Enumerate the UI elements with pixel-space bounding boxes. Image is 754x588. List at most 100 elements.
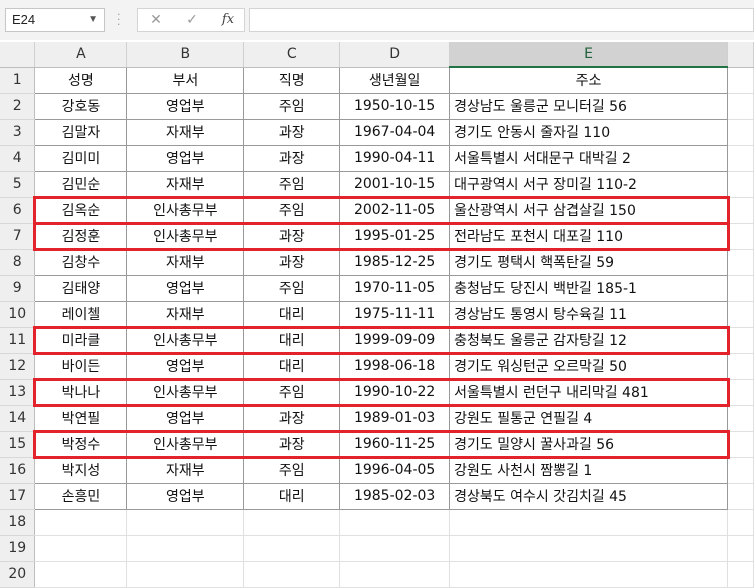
row-header[interactable]: 17	[0, 483, 36, 510]
cell-addr[interactable]: 경기도 평택시 핵폭탄길 59	[449, 249, 728, 276]
cell-name[interactable]: 박정수	[34, 431, 128, 458]
cell-dept[interactable]: 영업부	[126, 483, 245, 510]
empty-cell[interactable]	[34, 561, 128, 588]
empty-cell[interactable]	[449, 509, 728, 536]
cell-title[interactable]: 대리	[243, 483, 341, 510]
cell-birth[interactable]: 2002-11-05	[339, 197, 451, 224]
row-header[interactable]: 15	[0, 431, 36, 458]
empty-cell[interactable]	[727, 483, 754, 510]
cell-addr[interactable]: 충청남도 당진시 백반길 185-1	[449, 275, 728, 302]
empty-cell[interactable]	[126, 535, 245, 562]
cell-birth[interactable]: 1985-12-25	[339, 249, 451, 276]
cell-addr[interactable]: 강원도 사천시 짬뽕길 1	[449, 457, 728, 484]
empty-cell[interactable]	[727, 171, 754, 198]
cell-dept[interactable]: 자재부	[126, 119, 245, 146]
cell-name[interactable]: 미라클	[34, 327, 128, 354]
empty-cell[interactable]	[727, 327, 754, 354]
select-all-corner[interactable]	[0, 42, 36, 68]
cell-addr[interactable]: 경기도 밀양시 꿀사과길 56	[449, 431, 728, 458]
empty-cell[interactable]	[449, 535, 728, 562]
cell-addr[interactable]: 경상남도 울릉군 모니터길 56	[449, 93, 728, 120]
empty-cell[interactable]	[339, 561, 451, 588]
column-header-d[interactable]: D	[339, 42, 451, 68]
cell-title[interactable]: 과장	[243, 405, 341, 432]
row-header[interactable]: 19	[0, 535, 36, 562]
cell-dept[interactable]: 인사총무부	[126, 379, 245, 406]
empty-cell[interactable]	[243, 535, 341, 562]
empty-cell[interactable]	[727, 353, 754, 380]
formula-input[interactable]	[249, 8, 754, 32]
empty-cell[interactable]	[449, 561, 728, 588]
empty-cell[interactable]	[727, 379, 754, 406]
empty-cell[interactable]	[34, 509, 128, 536]
cell-dept[interactable]: 인사총무부	[126, 431, 245, 458]
empty-cell[interactable]	[243, 561, 341, 588]
cell-dept[interactable]: 자재부	[126, 171, 245, 198]
empty-cell[interactable]	[339, 509, 451, 536]
row-header[interactable]: 9	[0, 275, 36, 302]
empty-cell[interactable]	[727, 509, 754, 536]
cell-dept[interactable]: 인사총무부	[126, 223, 245, 250]
cell-name[interactable]: 레이첼	[34, 301, 128, 328]
cell-addr[interactable]: 경기도 안동시 줄자길 110	[449, 119, 728, 146]
column-header-f[interactable]	[727, 42, 754, 68]
cell-addr[interactable]: 서울특별시 런던구 내리막길 481	[449, 379, 728, 406]
cell-title[interactable]: 주임	[243, 379, 341, 406]
cell-title[interactable]: 과장	[243, 119, 341, 146]
cell-header-dept[interactable]: 부서	[126, 67, 245, 94]
empty-cell[interactable]	[243, 509, 341, 536]
row-header[interactable]: 16	[0, 457, 36, 484]
row-header[interactable]: 7	[0, 223, 36, 250]
cell-birth[interactable]: 1950-10-15	[339, 93, 451, 120]
cell-name[interactable]: 김옥순	[34, 197, 128, 224]
empty-cell[interactable]	[727, 431, 754, 458]
cell-addr[interactable]: 강원도 필통군 연필길 4	[449, 405, 728, 432]
cell-title[interactable]: 과장	[243, 145, 341, 172]
cell-birth[interactable]: 1990-04-11	[339, 145, 451, 172]
cell-name[interactable]: 바이든	[34, 353, 128, 380]
cell-name[interactable]: 김정훈	[34, 223, 128, 250]
column-header-e[interactable]: E	[449, 42, 728, 68]
empty-cell[interactable]	[727, 561, 754, 588]
empty-cell[interactable]	[126, 509, 245, 536]
cell-addr[interactable]: 경상북도 여수시 갓김치길 45	[449, 483, 728, 510]
insert-function-icon[interactable]: fx	[216, 9, 240, 31]
cell-addr[interactable]: 서울특별시 서대문구 대박길 2	[449, 145, 728, 172]
cell-name[interactable]: 김민순	[34, 171, 128, 198]
column-header-b[interactable]: B	[126, 42, 245, 68]
cell-dept[interactable]: 자재부	[126, 301, 245, 328]
row-header[interactable]: 18	[0, 509, 36, 536]
enter-check-icon[interactable]: ✓	[180, 9, 204, 31]
cell-birth[interactable]: 1998-06-18	[339, 353, 451, 380]
cell-birth[interactable]: 1967-04-04	[339, 119, 451, 146]
empty-cell[interactable]	[727, 197, 754, 224]
cell-name[interactable]: 박지성	[34, 457, 128, 484]
cell-header-name[interactable]: 성명	[34, 67, 128, 94]
row-header[interactable]: 10	[0, 301, 36, 328]
cell-dept[interactable]: 영업부	[126, 145, 245, 172]
empty-cell[interactable]	[727, 67, 754, 94]
cell-title[interactable]: 주임	[243, 93, 341, 120]
cell-addr[interactable]: 경상남도 통영시 탕수육길 11	[449, 301, 728, 328]
cell-title[interactable]: 과장	[243, 249, 341, 276]
empty-cell[interactable]	[727, 535, 754, 562]
cell-dept[interactable]: 영업부	[126, 93, 245, 120]
empty-cell[interactable]	[126, 561, 245, 588]
row-header[interactable]: 11	[0, 327, 36, 354]
cell-birth[interactable]: 1999-09-09	[339, 327, 451, 354]
cell-name[interactable]: 박연필	[34, 405, 128, 432]
cell-title[interactable]: 주임	[243, 457, 341, 484]
cell-name[interactable]: 강호동	[34, 93, 128, 120]
empty-cell[interactable]	[727, 405, 754, 432]
cell-header-birth[interactable]: 생년월일	[339, 67, 451, 94]
cell-name[interactable]: 김말자	[34, 119, 128, 146]
cell-birth[interactable]: 1985-02-03	[339, 483, 451, 510]
name-box[interactable]: E24 ▼	[5, 8, 105, 32]
empty-cell[interactable]	[727, 145, 754, 172]
cell-name[interactable]: 김창수	[34, 249, 128, 276]
cell-addr[interactable]: 전라남도 포천시 대포길 110	[449, 223, 728, 250]
cell-birth[interactable]: 1989-01-03	[339, 405, 451, 432]
cell-title[interactable]: 대리	[243, 353, 341, 380]
cell-dept[interactable]: 인사총무부	[126, 197, 245, 224]
cell-title[interactable]: 대리	[243, 327, 341, 354]
